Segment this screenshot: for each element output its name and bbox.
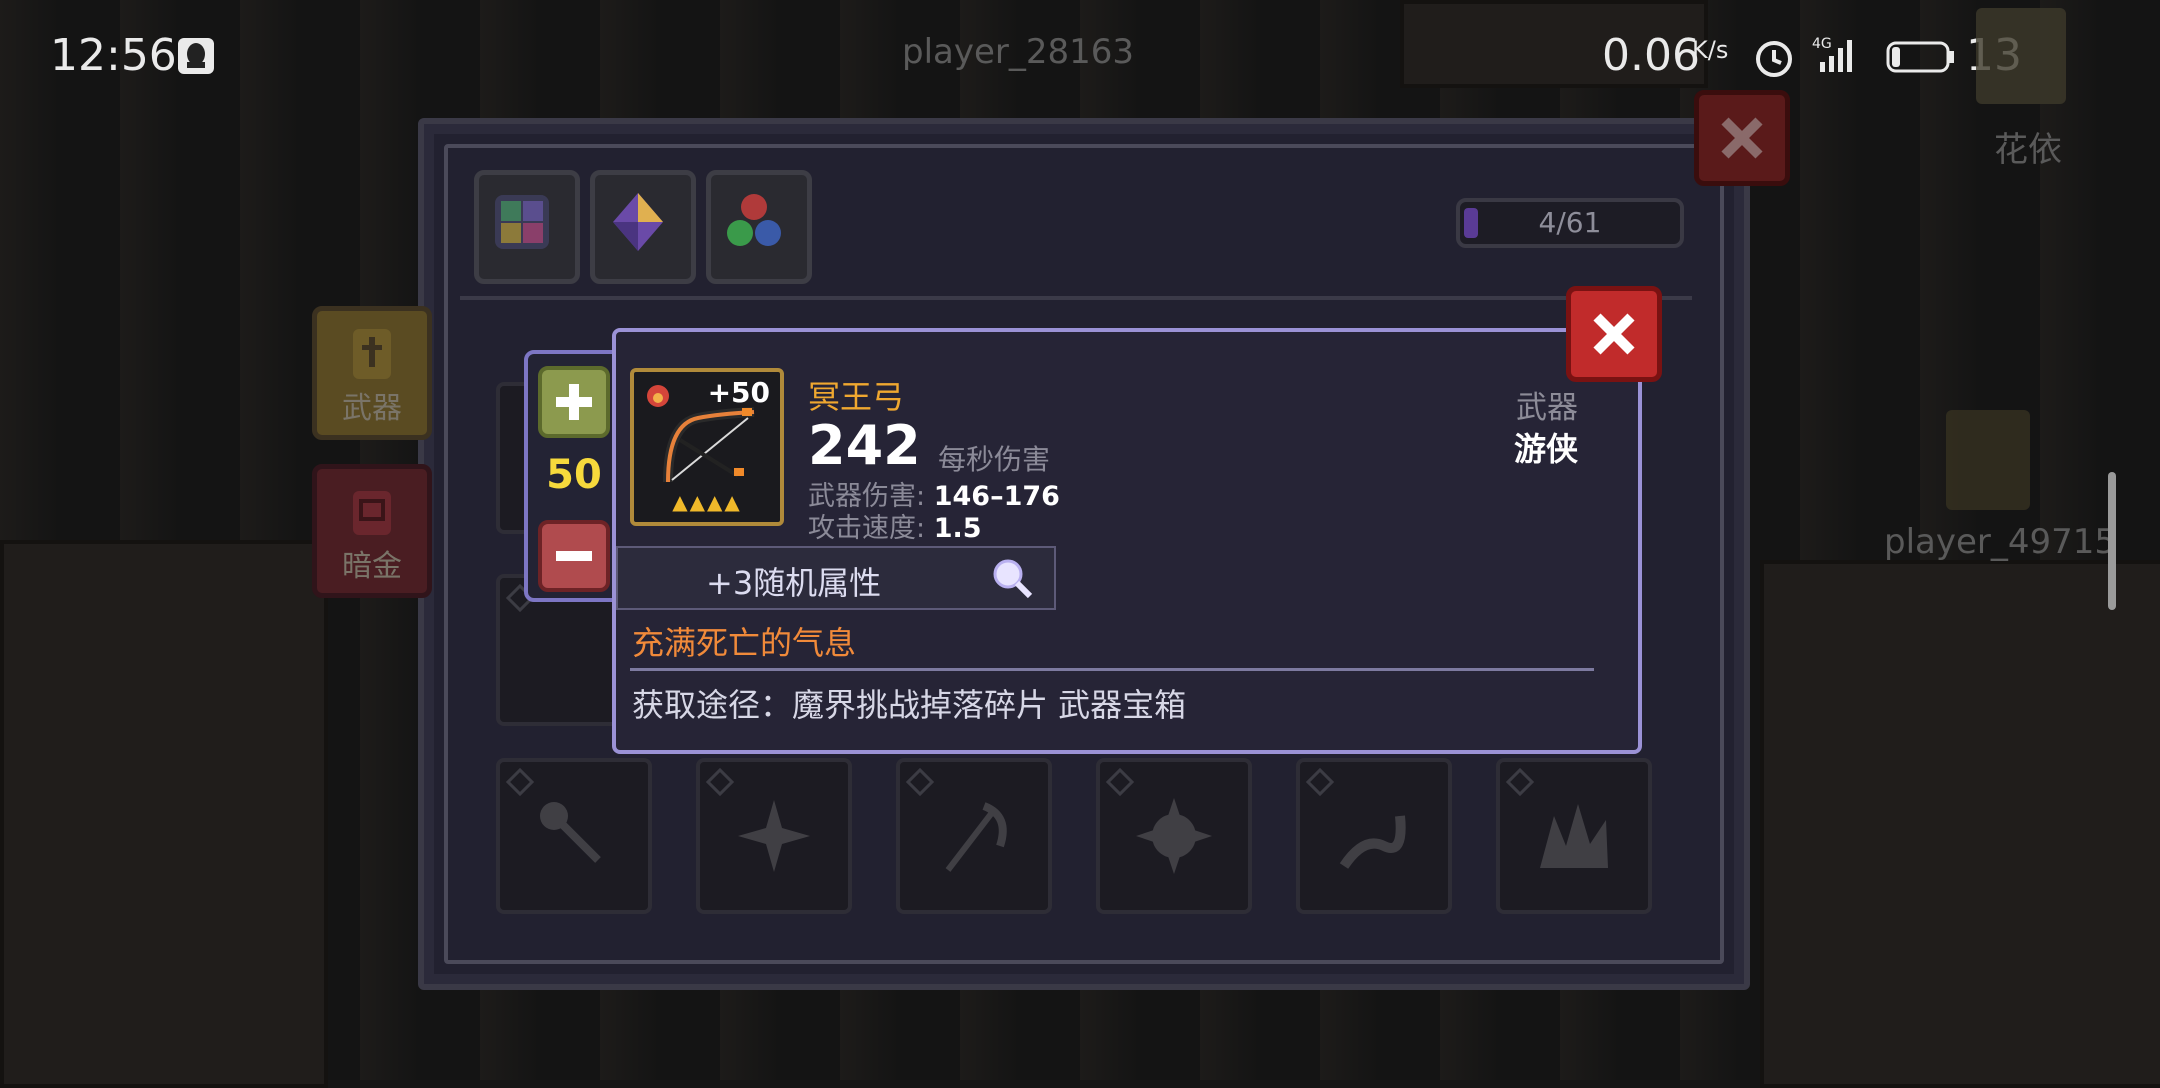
status-net-unit: K/s <box>1692 36 1729 64</box>
side-tab-dark-gold-label: 暗金 <box>342 549 402 584</box>
item-detail-card: +50 ▲▲▲▲ 冥王弓 242 每秒伤害 武器伤害: 146–176 攻击速度… <box>612 328 1642 754</box>
item-flavor-text: 充满死亡的气息 <box>632 624 857 662</box>
slot-rarity-icon <box>1505 767 1535 797</box>
upgrade-stepper: 50 <box>524 350 624 602</box>
gem-icon <box>613 193 663 251</box>
orbs-icon <box>727 194 781 246</box>
item-source-text: 获取途径：魔界挑战掉落碎片 武器宝箱 <box>632 686 1187 724</box>
slot-rarity-icon <box>1305 767 1335 797</box>
slot-rarity-icon <box>505 767 535 797</box>
item-card-close-button[interactable] <box>1566 286 1662 382</box>
item-dps-label: 每秒伤害 <box>938 443 1051 476</box>
qq-notification-icon <box>178 38 214 74</box>
plus-icon <box>556 384 592 420</box>
player-name-top: player_28163 <box>902 32 1135 72</box>
upgrade-plus-button[interactable] <box>538 366 610 438</box>
side-tab-dark-gold[interactable]: 暗金 <box>312 464 432 598</box>
slot-rarity-icon <box>905 767 935 797</box>
random-attributes-box[interactable]: +3随机属性 <box>616 546 1056 610</box>
upgrade-minus-button[interactable] <box>538 520 610 592</box>
inventory-close-button[interactable] <box>1694 90 1790 186</box>
item-class: 游侠 <box>1513 430 1578 468</box>
background-building-right <box>1760 560 2160 1088</box>
inventory-capacity-bar: 4/61 <box>1456 198 1684 248</box>
sword-icon <box>353 329 391 379</box>
bow-icon <box>663 407 755 483</box>
signal-label: 4G <box>1812 36 1832 52</box>
magnifier-icon[interactable] <box>990 556 1034 600</box>
inventory-slot-6[interactable] <box>1496 758 1652 914</box>
item-stars: ▲▲▲▲ <box>672 490 742 514</box>
npc-name: 花依 <box>1994 130 2062 170</box>
battery-icon <box>1886 40 1956 78</box>
inventory-slot-4[interactable] <box>1096 758 1252 914</box>
panel-divider <box>460 296 1692 300</box>
minus-icon <box>556 551 592 561</box>
speed-label: 攻击速度: <box>808 513 926 544</box>
signal-icon: 4G <box>1812 36 1858 80</box>
spiked-orb-icon <box>1136 798 1212 874</box>
status-time: 12:56 <box>50 30 177 81</box>
scepter-icon <box>540 802 601 863</box>
item-speed-stat: 攻击速度: 1.5 <box>808 506 982 545</box>
filter-tab-gems[interactable] <box>590 170 696 284</box>
inventory-capacity-label: 4/61 <box>1538 206 1602 239</box>
capacity-fill <box>1464 208 1478 238</box>
speed-value: 1.5 <box>933 513 982 544</box>
filter-tab-all[interactable] <box>474 170 580 284</box>
inventory-slot-5[interactable] <box>1296 758 1452 914</box>
inventory-slot-2[interactable] <box>696 758 852 914</box>
spiked-crown-icon <box>1540 804 1608 868</box>
random-attributes-label: +3随机属性 <box>706 564 882 602</box>
scythe-icon <box>945 802 1007 872</box>
slot-rarity-icon <box>1105 767 1135 797</box>
all-items-grid-icon <box>495 195 549 249</box>
shuriken-icon <box>738 800 810 872</box>
side-tab-weapons-label: 武器 <box>342 391 402 426</box>
item-dps-value: 242 <box>808 414 921 477</box>
player-name-right: player_49715 <box>1884 522 2117 562</box>
serpent-blade-icon <box>1339 815 1406 869</box>
status-net-speed: 0.06 <box>1602 30 1700 81</box>
item-type: 武器 <box>1516 390 1578 426</box>
upgrade-level-value: 50 <box>546 452 602 498</box>
screen-scrollbar[interactable] <box>2108 472 2116 610</box>
filter-tab-orbs[interactable] <box>706 170 812 284</box>
npc-sprite[interactable] <box>1946 410 2030 510</box>
background-building-left <box>0 540 328 1088</box>
close-icon <box>1593 313 1635 355</box>
side-tab-weapons[interactable]: 武器 <box>312 306 432 440</box>
alarm-icon <box>1754 38 1794 82</box>
inventory-slot-1[interactable] <box>496 758 652 914</box>
card-divider <box>630 668 1594 671</box>
slot-rarity-icon <box>705 767 735 797</box>
npc-sprite-top[interactable] <box>1976 8 2066 104</box>
item-icon-frame: +50 ▲▲▲▲ <box>630 368 784 526</box>
chest-icon <box>353 491 391 535</box>
item-name: 冥王弓 <box>808 378 905 416</box>
inventory-slot-3[interactable] <box>896 758 1052 914</box>
